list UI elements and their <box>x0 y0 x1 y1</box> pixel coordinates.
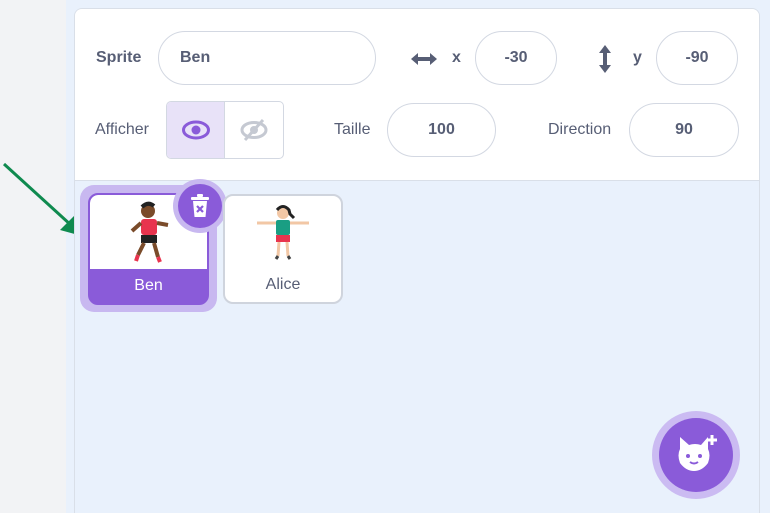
trash-icon <box>191 194 209 217</box>
horizontal-arrows-icon <box>407 47 441 71</box>
visibility-toggle-group <box>166 101 284 159</box>
left-gutter <box>0 0 66 513</box>
hide-sprite-button[interactable] <box>225 102 283 158</box>
sprite-label: Sprite <box>96 49 142 66</box>
sprite-info-panel: Sprite Ben x -30 y -90 Afficher Taille 1… <box>75 9 759 181</box>
ben-costume-icon <box>130 201 168 263</box>
sprite-tile-label: Ben <box>134 277 163 294</box>
sprite-thumbnail <box>225 196 341 268</box>
eye-icon <box>181 120 210 140</box>
delete-sprite-button[interactable] <box>178 184 222 228</box>
choose-sprite-button[interactable] <box>659 418 733 492</box>
show-label: Afficher <box>95 121 149 138</box>
vertical-arrows-icon <box>593 43 617 75</box>
cat-plus-icon <box>678 435 717 471</box>
sprite-pane: Sprite Ben x -30 y -90 Afficher Taille 1… <box>74 8 760 513</box>
x-label: x <box>452 49 461 66</box>
sprite-name-input[interactable]: Ben <box>158 31 376 85</box>
eye-hidden-icon <box>240 118 268 142</box>
x-input[interactable]: -30 <box>475 31 557 85</box>
y-label: y <box>633 49 642 66</box>
y-input[interactable]: -90 <box>656 31 738 85</box>
size-input[interactable]: 100 <box>387 103 496 157</box>
sprite-tile-label: Alice <box>265 276 301 293</box>
show-sprite-button[interactable] <box>167 102 226 158</box>
alice-costume-icon <box>257 205 309 260</box>
size-label: Taille <box>334 121 371 138</box>
sprite-tile-alice[interactable]: Alice <box>223 194 343 304</box>
direction-input[interactable]: 90 <box>629 103 739 157</box>
direction-label: Direction <box>548 121 612 138</box>
